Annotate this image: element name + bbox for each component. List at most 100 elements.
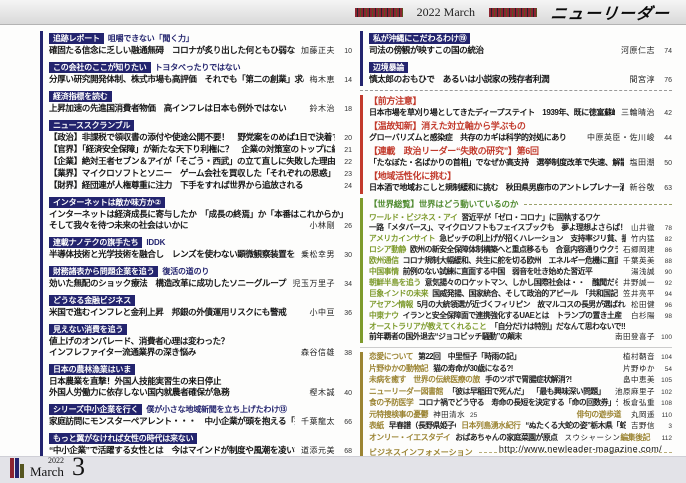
feature-title-row: グローバリズムと感染症 共存のカギは科学的対処にあり中原英臣・佐川峻44 [369, 132, 672, 144]
toc-section: ニューススクランブル【政治】非課税で領収書の添付や使途公開不要！ 野党案をのめば… [49, 118, 352, 192]
right-page-column: 私が沖縄にこだわるわけ⑲司法の傍観が映すこの国の統治河原仁志74辺境暴論慎太郎の… [360, 31, 672, 483]
page-number: 38 [340, 348, 352, 359]
entry-title: 一路「メタバース」、マイクロソフトもフェイスブックも 夢よ理想よさらば！ソニー「… [369, 223, 626, 233]
entry-title: 慎太郎のおもひで あるいは小説家の残存者利潤 [369, 74, 624, 85]
section-badge: 追跡レポート [49, 33, 104, 44]
toc-entry: 【政治】非課税で領収書の添付や使途公開不要！ 野党案をのめば1日で決着する「文通… [49, 132, 352, 144]
section-badge: ニューススクランブル [49, 120, 134, 131]
author-name: 白杉陽 [631, 311, 655, 321]
entry-title: 急ピッチの利上げが招くハレーション 支持率ジリ貧、振り向けばトランプだけ [439, 234, 626, 244]
toc-entry: 【官界】「経済安全保障」が新たな天下り利権に？ 企業の対策室のトップに続々と経産… [49, 144, 352, 156]
section-header: 日本の農林漁業はいま [49, 362, 352, 375]
page-number: 112 [660, 434, 672, 445]
feature-heading: 【温故知新】消えた対立軸から学ぶもの [369, 120, 672, 132]
column-label: 俳句の遊歩道 [577, 410, 621, 421]
toc-entry: 分厚い研究開発体制、株式市場も高評価 それでも「第二の創業」求められるデンソー梅… [49, 74, 352, 86]
footer-stripes-icon [10, 458, 24, 478]
author-name: 井野誠一 [623, 278, 655, 288]
entry-title: 米国で進むインフレと金利上昇 邦銀の外債運用リスクにも警戒 [49, 307, 304, 318]
entry-title: 値上げのオンパレード、消費者心理は変わった？ [49, 336, 352, 347]
toc-entry: ロシア動静欧州の新安全保障体制構築へと重点移るも 合意内容通りウクライナを挟む危… [369, 245, 672, 256]
section-badge: 日本の農林漁業はいま [49, 364, 135, 375]
page-number: 102 [660, 388, 672, 399]
entry-right-group: 吉野信3 [631, 421, 672, 433]
section-header: シリーズ中小企業を行く僕が小さな地域新聞を立ち上げたわけ⑬ [49, 402, 352, 415]
section-header: インターネットは敵か味方か② [49, 195, 352, 208]
page-number: 20 [340, 133, 352, 144]
entry-title: 日本農業を直撃！外国人技能実習生の来日停止 [49, 376, 352, 387]
page-number: 82 [660, 235, 672, 245]
column-label: ニューリーダー図書館 [369, 387, 443, 398]
toc-entry: そして我々を待つ未来の社会はいかに小林剛26 [49, 220, 352, 232]
section-header: 連載ナノテクの旗手たちIDDK [49, 235, 352, 248]
toc-section: インターネットは敵か味方か②インターネットは経済成長に寄与したか 「成長の終焉」… [49, 195, 352, 232]
toc-entry: 家庭訪問にモンスターペアレント・・・ 中小企業が頭を抱える「採用」「定着」問題千… [49, 416, 352, 428]
toc-entry: 値上げのオンパレード、消費者心理は変わった？ [49, 336, 352, 347]
entry-title: コロナ規制大幅緩和、共生に舵を切る欧州 エネルギー危機に直面するウクライナ問題 [403, 256, 618, 266]
toc-entry: 米国で進むインフレと金利上昇 邦銀の外債運用リスクにも警戒小中亘36 [49, 307, 352, 319]
author-name: 新谷敬 [630, 182, 656, 193]
column-label: オンリー・イエスタデイ [369, 433, 450, 444]
toc-entry: 朝鮮半島を追う意気揚々のロケットマン、しかし国際社会は・・ 醜聞だらけの韓国大統… [369, 278, 672, 289]
entry-title: インターネットは経済成長に寄与したか 「成長の終焉」か「本番はこれからか」 [49, 209, 352, 220]
header-band: 2022 March ニューリーダー [0, 0, 686, 25]
author-name: 鈴木治 [310, 103, 336, 114]
toc-entry: 【温故知新】消えた対立軸から学ぶものグローバリズムと感染症 共存のカギは科学的対… [369, 120, 672, 144]
page-number: 10 [340, 46, 352, 57]
page-number: 108 [660, 399, 672, 410]
entry-title: 「自分だけは特別」だなんて思わないで!! [490, 322, 672, 332]
section-header: 追跡レポート咀嚼できない「聞く力」 [49, 31, 352, 44]
page-number: 74 [660, 46, 672, 57]
toc-entry: 効いた無配のショック療法 構造改革に成功したソニーグループ児玉万里子34 [49, 278, 352, 290]
page-number: 110 [660, 411, 672, 422]
column-label: 中国事情 [369, 267, 399, 277]
entry-title: 「彼は早稲田で死んだ」 野口等 [448, 387, 527, 398]
page-number: 36 [340, 308, 352, 319]
toc-section: 財務諸表から問題企業を追う復活の道のり効いた無配のショック療法 構造改革に成功し… [49, 264, 352, 290]
magazine-logo: ニューリーダー [550, 0, 672, 24]
entry-title: 5月の大統領選が近づくフィリピン 故マルコスの長男が選ばれる公算 [417, 300, 626, 310]
entry-title: コロナ禍でどう守る 寿命の長短を決定する「命の回数券」テロメア [418, 398, 618, 409]
toc-section: 辺境暴論慎太郎のおもひで あるいは小説家の残存者利潤間宮淳76 [369, 60, 672, 86]
author-name: 片野ゆか [623, 364, 655, 375]
entry-right-group: 俳句の遊歩道丸岡遥 110 [577, 410, 672, 422]
column-label: 欧州通信 [369, 256, 399, 266]
page-number: 66 [340, 417, 352, 428]
toc-section: 連載ナノテクの旗手たちIDDK半導体技術と光学技術を融合し レンズを使わない顕微… [49, 235, 352, 261]
entry-title: 半導体技術と光学技術を融合し レンズを使わない顕微観察装置を創出 [49, 249, 295, 260]
feature-title-row: 「たなぼた・名ばかりの首相」でなぜか高支持 選挙制度改革で失速、解散権喪失の海部… [369, 157, 672, 169]
author-name: 丸岡遥 [631, 410, 655, 421]
page-number: 54 [660, 365, 672, 376]
toc-section: 経済指標を読む上昇加速の先進国消費者物価 高インフレは日本も例外ではない鈴木治1… [49, 89, 352, 115]
footer-issue-block: 2022 March 3 [10, 456, 85, 478]
page-number: 90 [660, 268, 672, 278]
magazine-toc-page: 2022 March ニューリーダー 追跡レポート咀嚼できない「聞く力」確固たる… [0, 0, 686, 483]
column-label: 片野ゆかの動物記 [369, 364, 428, 375]
section-subtitle: IDDK [146, 238, 165, 247]
toc-entry: インフレファイター流通業界の深き悩み森谷信雄38 [49, 347, 352, 359]
magazine-url[interactable]: http://www.newleader-magazine.com/ [499, 444, 662, 454]
author-name: 松田健 [631, 300, 655, 310]
author-name: 河原仁志 [621, 45, 655, 56]
page-number: 34 [340, 279, 352, 290]
column-label: 編集後記 [620, 433, 650, 444]
section-divider [360, 90, 672, 91]
toc-entry: 【企業】絶対王者セブン＆アイが「そごう・西武」の立て直しに失敗した理由22 [49, 156, 352, 168]
author-name: 千葉龍太 [301, 416, 335, 427]
toc-entry: 【業界】マイクロソフトとソニー ゲーム会社を買収した「それぞれの思惑」23 [49, 168, 352, 180]
page-number: 86 [660, 246, 672, 256]
section-header: 私が沖縄にこだわるわけ⑲ [369, 31, 672, 44]
section-header: ニューススクランブル [49, 118, 352, 131]
page-number: 18 [340, 104, 352, 115]
toc-entry: 【地域活性化に挑む】日本酒で地域おこしと規制緩和に挑む 秋田県男鹿市のアントレプ… [369, 170, 672, 194]
page-number: 25 [465, 411, 477, 422]
world-rail: 【世界総覧】世界はどう動いているのかワールド・ビジネス・アイ習近平が「ゼロ・コロ… [360, 198, 672, 343]
entry-right-group: 板倉弘重108 [623, 398, 672, 410]
column-label: 未病を癒す 世界の伝統医療の旅 [369, 375, 480, 386]
toc-entry: オーストラリアが教えてくれること「自分だけは特別」だなんて思わないで!! [369, 322, 672, 332]
world-section-heading: 【世界総覧】世界はどう動いているのか [369, 198, 672, 210]
toc-entry: 確固たる信念に乏しい融通無碍 コロナが炙り出した何ともひ弱な首相加藤正夫10 [49, 45, 352, 57]
toc-section: 追跡レポート咀嚼できない「聞く力」確固たる信念に乏しい融通無碍 コロナが炙り出し… [49, 31, 352, 57]
issue-date: 2022 March [417, 5, 475, 20]
entry-title: グローバリズムと感染症 共存のカギは科学的対処にあり [369, 132, 581, 143]
